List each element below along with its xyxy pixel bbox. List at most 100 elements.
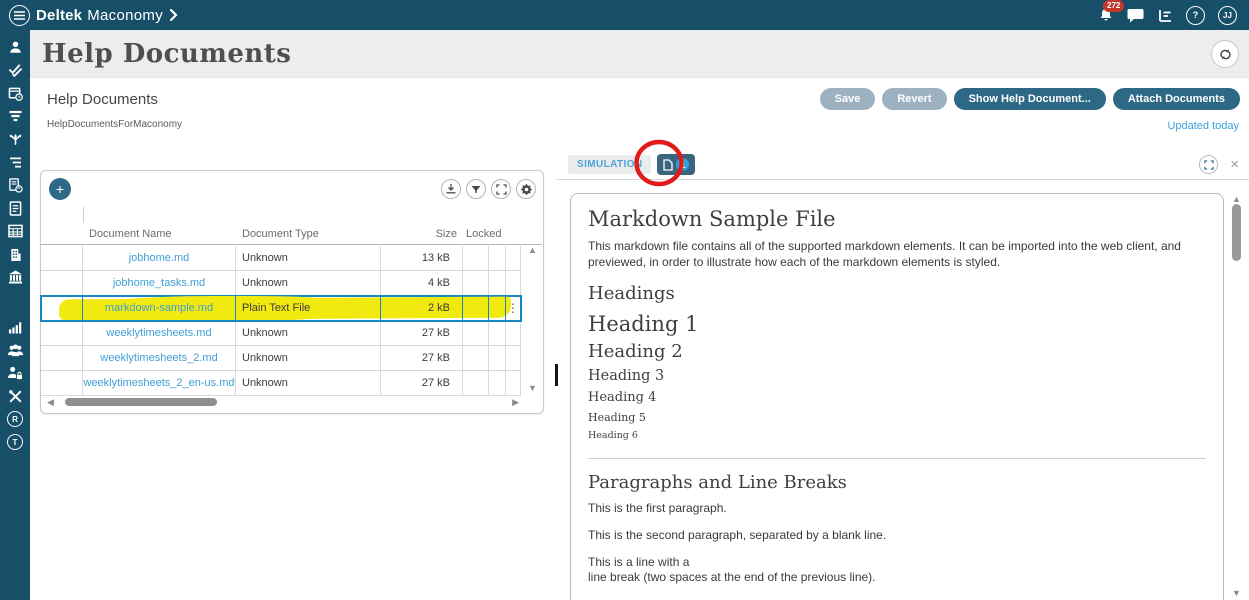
- double-check-icon[interactable]: [7, 62, 24, 78]
- heading-4-sample: Heading 4: [588, 389, 1206, 406]
- maximize-preview-button[interactable]: [1199, 155, 1218, 174]
- preview-scrollbar[interactable]: ▲ ▼: [1229, 194, 1244, 598]
- document-name-link[interactable]: jobhome_tasks.md: [83, 271, 236, 296]
- attach-documents-button[interactable]: Attach Documents: [1113, 88, 1240, 110]
- brand-deltek: Deltek: [36, 7, 82, 24]
- document-name-link[interactable]: markdown-sample.md: [83, 296, 236, 321]
- column-header-document-type[interactable]: Document Type: [236, 228, 381, 240]
- maximize-icon[interactable]: [491, 179, 511, 199]
- chat-icon[interactable]: [1127, 8, 1144, 23]
- table-header: Document Name Document Type Size Locked: [41, 223, 542, 245]
- bank-icon[interactable]: [7, 269, 24, 285]
- paragraph-sample: This is the second paragraph, separated …: [588, 528, 1206, 543]
- revert-button[interactable]: Revert: [882, 88, 946, 110]
- table-row[interactable]: jobhome_tasks.md Unknown 4 kB: [41, 271, 521, 296]
- spreadsheet-icon[interactable]: [7, 223, 24, 239]
- document-count-badge: 1: [676, 158, 689, 171]
- locked-cell: [463, 271, 489, 296]
- document-name-link[interactable]: weeklytimesheets_2.md: [83, 346, 236, 371]
- share-branch-icon[interactable]: [7, 131, 24, 147]
- document-sync-icon[interactable]: [7, 177, 24, 193]
- markdown-title: Markdown Sample File: [588, 207, 1206, 231]
- page-header: Help Documents: [30, 30, 1249, 78]
- building-icon[interactable]: [7, 246, 24, 262]
- paragraph-sample: This is the first paragraph.: [588, 501, 1206, 516]
- section-paragraphs: Paragraphs and Line Breaks: [588, 472, 1206, 494]
- notifications-bell-icon[interactable]: 272: [1098, 7, 1114, 23]
- row-menu-kebab-icon[interactable]: ⋮: [506, 296, 521, 321]
- column-header-document-name[interactable]: Document Name: [83, 228, 236, 240]
- simulation-badge: SIMULATION: [568, 155, 651, 174]
- avatar[interactable]: JJ: [1218, 6, 1237, 25]
- page-title: Help Documents: [42, 39, 291, 69]
- column-header-size[interactable]: Size: [381, 228, 463, 240]
- people-group-icon[interactable]: [7, 342, 24, 358]
- tools-icon[interactable]: [7, 388, 24, 404]
- align-lines-icon[interactable]: [7, 154, 24, 170]
- document-name-link[interactable]: jobhome.md: [83, 246, 236, 271]
- table-body: jobhome.md Unknown 13 kB jobhome_tasks.m…: [41, 246, 521, 396]
- scroll-down-icon[interactable]: ▼: [1232, 588, 1241, 598]
- document-name-link[interactable]: weeklytimesheets.md: [83, 321, 236, 346]
- circle-r-icon[interactable]: R: [7, 411, 23, 427]
- document-icon[interactable]: [7, 200, 24, 216]
- application-window: Deltek Maconomy 272 ? JJ: [0, 0, 1249, 600]
- scrollbar-thumb[interactable]: [1232, 204, 1241, 261]
- top-bar: Deltek Maconomy 272 ? JJ: [0, 0, 1249, 30]
- workspace-title: Help Documents: [47, 91, 158, 108]
- table-toolbar: +: [49, 177, 536, 201]
- scroll-down-icon[interactable]: ▼: [528, 383, 537, 393]
- circle-t-icon[interactable]: T: [7, 434, 23, 450]
- column-header-locked[interactable]: Locked: [463, 228, 489, 240]
- locked-cell: [463, 371, 489, 396]
- hamburger-menu-icon[interactable]: [9, 5, 30, 26]
- close-icon[interactable]: ×: [1230, 157, 1239, 172]
- table-row[interactable]: weeklytimesheets.md Unknown 27 kB: [41, 321, 521, 346]
- document-tab[interactable]: 1: [657, 154, 695, 175]
- document-icon: [663, 159, 673, 171]
- add-row-button[interactable]: +: [49, 178, 71, 200]
- table-row-selected[interactable]: markdown-sample.md Plain Text File 2 kB …: [41, 296, 521, 321]
- person-lock-icon[interactable]: [7, 365, 24, 381]
- panel-splitter-handle[interactable]: [555, 364, 558, 386]
- table-row[interactable]: jobhome.md Unknown 13 kB: [41, 246, 521, 271]
- scroll-up-icon[interactable]: ▲: [528, 245, 537, 255]
- table-row[interactable]: weeklytimesheets_2_en-us.md Unknown 27 k…: [41, 371, 521, 396]
- heading-3-sample: Heading 3: [588, 367, 1206, 386]
- show-help-document-button[interactable]: Show Help Document...: [954, 88, 1106, 110]
- chevron-right-icon[interactable]: [169, 9, 178, 21]
- analyzer-icon[interactable]: [1157, 8, 1173, 23]
- filter-funnel-icon[interactable]: [7, 108, 24, 124]
- refresh-button[interactable]: [1211, 40, 1239, 68]
- settings-gear-icon[interactable]: [516, 179, 536, 199]
- section-divider: [588, 458, 1206, 459]
- locked-cell: [463, 346, 489, 371]
- heading-6-sample: Heading 6: [588, 429, 1206, 442]
- download-icon[interactable]: [441, 179, 461, 199]
- left-sidebar: R T: [0, 30, 30, 600]
- scroll-up-icon[interactable]: ▲: [1232, 194, 1241, 204]
- calendar-clock-icon[interactable]: [7, 85, 24, 101]
- bar-chart-icon[interactable]: [7, 319, 24, 335]
- scrollbar-thumb[interactable]: [65, 398, 217, 406]
- notification-count-badge: 272: [1103, 0, 1124, 12]
- locked-cell: [463, 246, 489, 271]
- heading-1-sample: Heading 1: [588, 312, 1206, 337]
- document-name-link[interactable]: weeklytimesheets_2_en-us.md: [83, 371, 236, 396]
- horizontal-scrollbar[interactable]: ◀ ▶: [47, 394, 519, 410]
- person-icon[interactable]: [7, 39, 24, 55]
- filter-icon[interactable]: [466, 179, 486, 199]
- help-icon[interactable]: ?: [1186, 6, 1205, 25]
- heading-2-sample: Heading 2: [588, 341, 1206, 363]
- locked-cell: [463, 296, 489, 321]
- vertical-scrollbar[interactable]: ▲ ▼: [525, 245, 540, 393]
- section-headings: Headings: [588, 283, 1206, 305]
- document-preview-panel: SIMULATION 1 × Markdown Sample File This…: [557, 150, 1249, 600]
- updated-link[interactable]: Updated today: [1167, 120, 1239, 132]
- documents-table-panel: + Document Name Docum: [40, 170, 544, 414]
- markdown-preview: Markdown Sample File This markdown file …: [570, 193, 1224, 600]
- scroll-right-icon[interactable]: ▶: [512, 397, 519, 407]
- save-button[interactable]: Save: [820, 88, 876, 110]
- table-row[interactable]: weeklytimesheets_2.md Unknown 27 kB: [41, 346, 521, 371]
- scroll-left-icon[interactable]: ◀: [47, 397, 54, 407]
